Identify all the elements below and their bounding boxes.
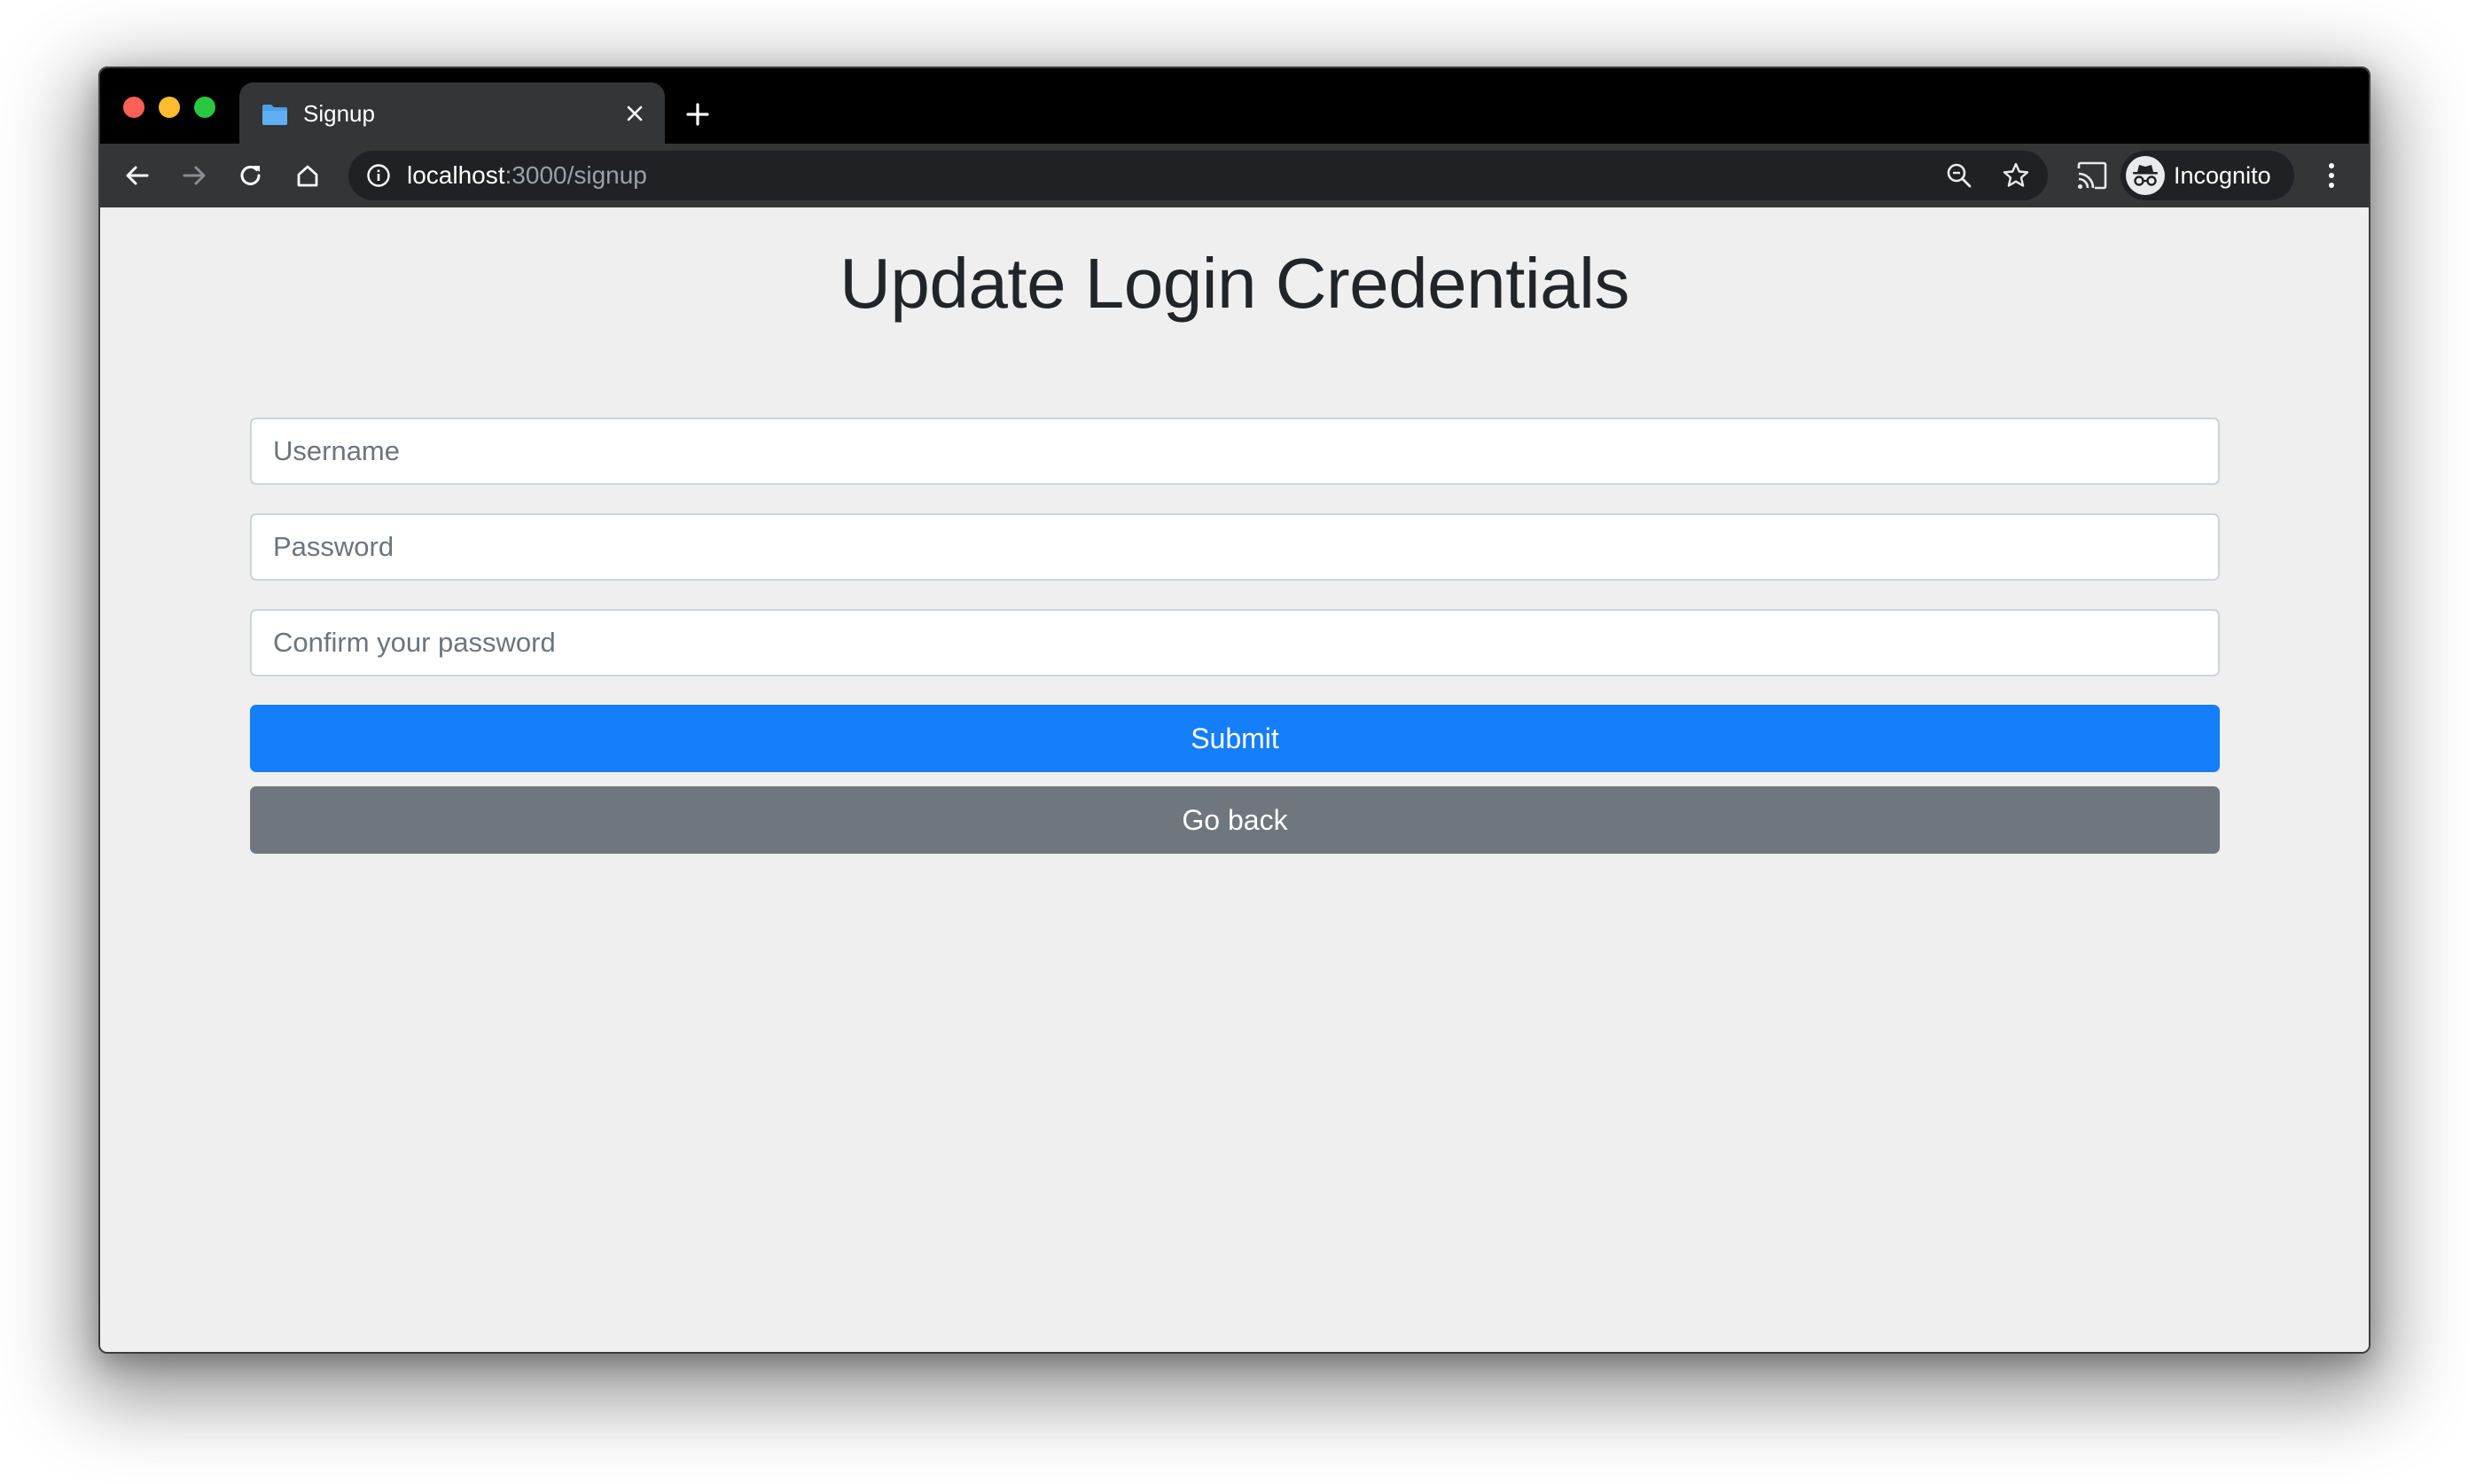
url-text: localhost:3000/signup: [407, 151, 647, 200]
folder-icon: [262, 105, 287, 125]
cast-icon[interactable]: [2075, 160, 2109, 191]
tab-title: Signup: [303, 100, 375, 127]
page-title: Update Login Credentials: [840, 244, 1629, 323]
tab-strip: Signup: [100, 68, 2369, 144]
confirm-password-field[interactable]: [250, 609, 2220, 676]
window-minimize-button[interactable]: [159, 97, 180, 118]
submit-button[interactable]: Submit: [250, 705, 2220, 772]
profile-label: Incognito: [2174, 162, 2271, 189]
forward-button[interactable]: [173, 154, 215, 197]
go-back-button[interactable]: Go back: [250, 786, 2220, 854]
tab-close-button[interactable]: [621, 99, 649, 128]
browser-toolbar: localhost:3000/signup Incognito: [100, 144, 2369, 207]
window-close-button[interactable]: [123, 97, 144, 118]
new-tab-button[interactable]: [680, 97, 715, 132]
tab-signup[interactable]: Signup: [239, 82, 665, 144]
incognito-icon: [2133, 165, 2158, 186]
address-bar[interactable]: localhost:3000/signup: [348, 151, 2048, 200]
back-button[interactable]: [116, 154, 159, 197]
reload-icon: [240, 165, 261, 185]
back-arrow-icon: [126, 166, 149, 185]
avatar: [2126, 156, 2165, 195]
username-field[interactable]: [250, 418, 2220, 485]
reload-button[interactable]: [230, 154, 272, 197]
page-content: Update Login Credentials Submit Go back: [100, 207, 2369, 1352]
plus-icon: [686, 103, 709, 126]
browser-window: Signup localhost:3000/signup Incognito U…: [98, 66, 2370, 1354]
browser-menu-button[interactable]: [2312, 156, 2351, 195]
window-maximize-button[interactable]: [194, 97, 215, 118]
profile-button[interactable]: Incognito: [2120, 151, 2294, 200]
close-icon: [627, 105, 643, 121]
url-host: localhost: [407, 161, 505, 189]
zoom-icon[interactable]: [1945, 161, 1973, 190]
star-icon[interactable]: [2002, 161, 2030, 190]
url-path: :3000/signup: [504, 161, 647, 189]
home-button[interactable]: [286, 154, 329, 197]
password-field[interactable]: [250, 513, 2220, 581]
info-icon[interactable]: [366, 163, 391, 188]
home-icon: [297, 165, 318, 187]
forward-arrow-icon: [183, 166, 206, 185]
more-vert-icon: [2329, 163, 2334, 188]
